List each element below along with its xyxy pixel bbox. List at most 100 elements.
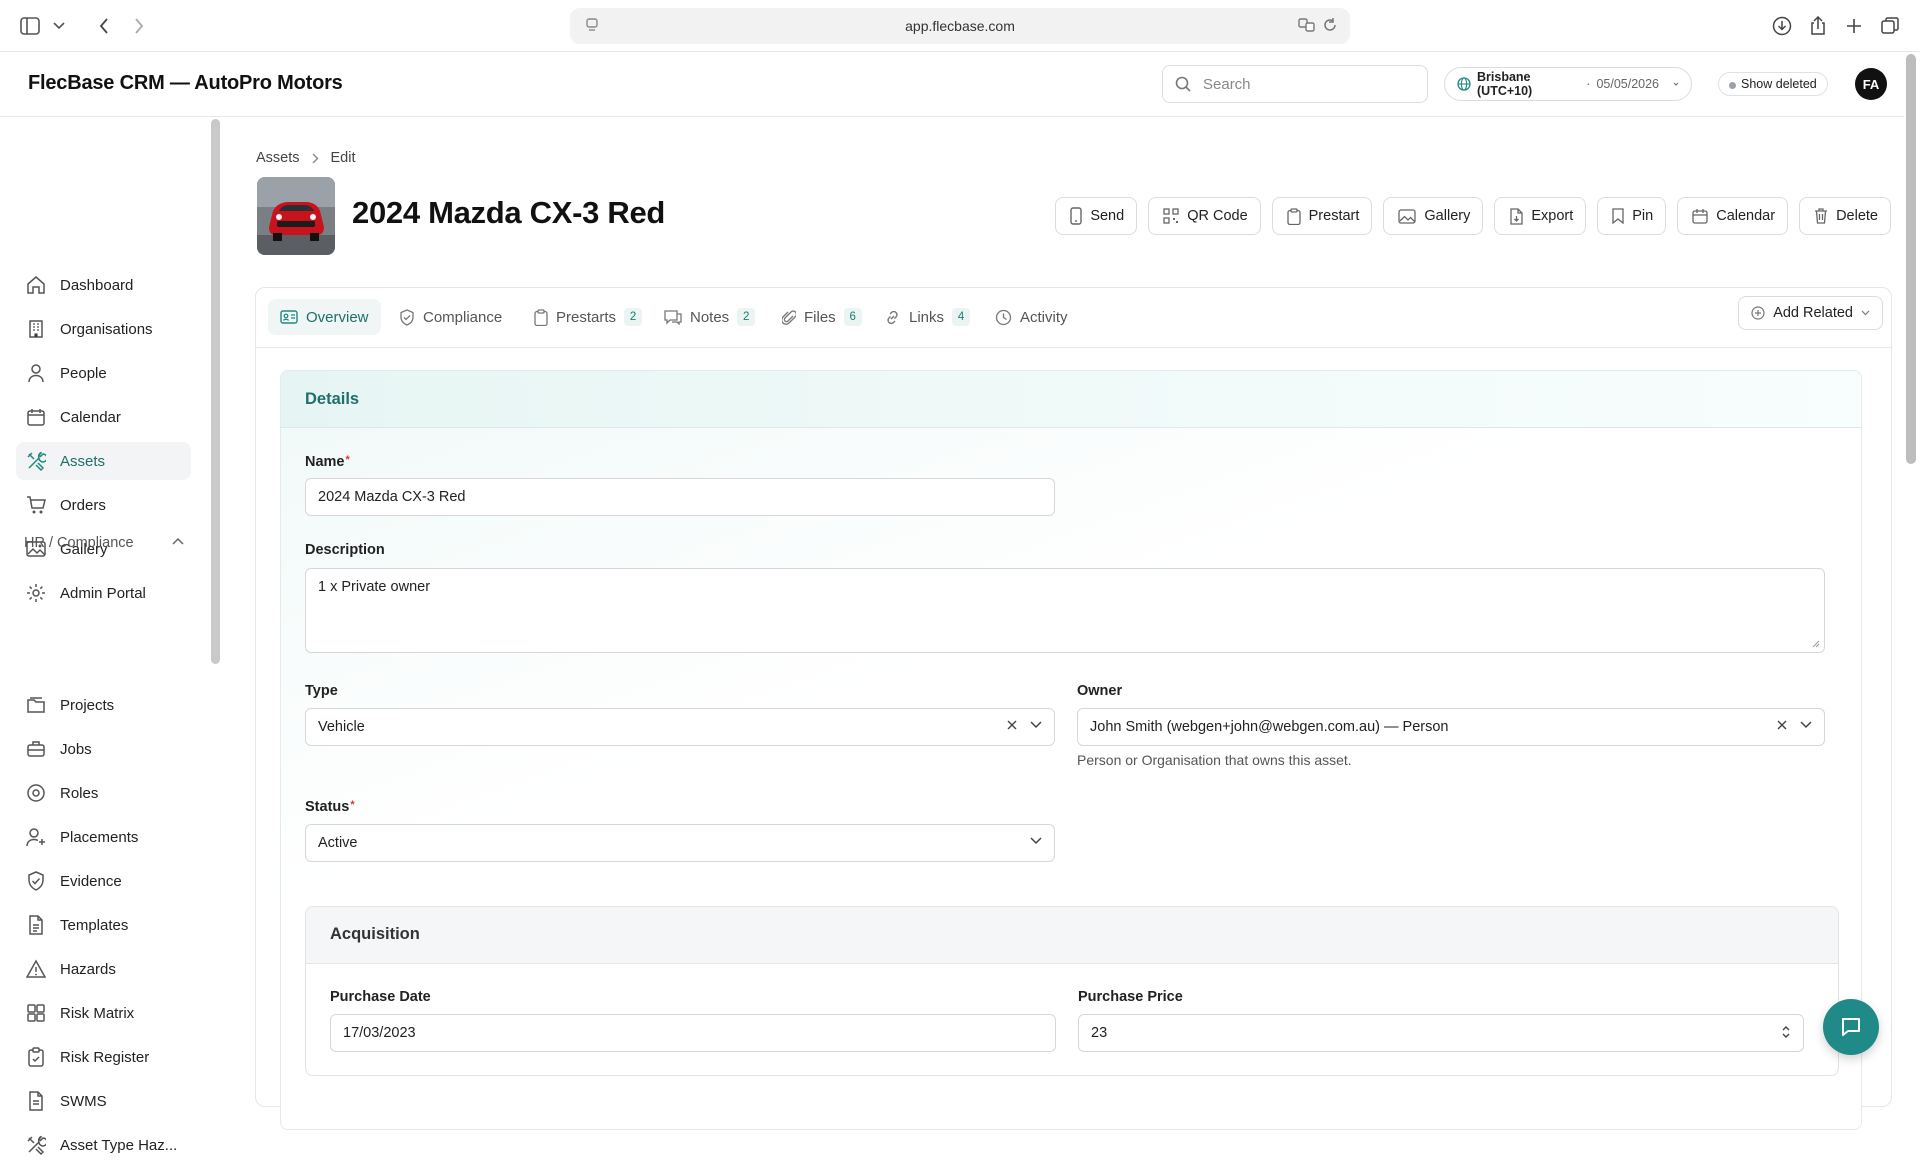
send-button[interactable]: Send [1055, 197, 1138, 235]
owner-value: John Smith (webgen+john@webgen.com.au) —… [1090, 719, 1449, 735]
delete-label: Delete [1836, 208, 1878, 224]
prestart-button[interactable]: Prestart [1271, 197, 1373, 235]
sidebar-item-orders[interactable]: Orders [16, 486, 191, 524]
sidebar-item-organisations[interactable]: Organisations [16, 310, 191, 348]
tab-activity[interactable]: Activity [983, 299, 1080, 335]
details-title: Details [305, 390, 360, 408]
forward-icon[interactable] [125, 12, 153, 40]
reload-icon[interactable] [1322, 17, 1338, 33]
calendar-button[interactable]: Calendar [1677, 197, 1789, 235]
link-icon [884, 309, 901, 326]
page-title: 2024 Mazda CX-3 Red [352, 195, 666, 230]
tab-label: Activity [1020, 308, 1068, 326]
add-related-label: Add Related [1773, 305, 1853, 321]
tab-compliance[interactable]: Compliance [387, 299, 514, 335]
sidebar-item-templates[interactable]: Templates [16, 906, 191, 944]
home-icon [26, 275, 46, 295]
sidebar-item-people[interactable]: People [16, 354, 191, 392]
section-label: HR / Compliance [24, 535, 134, 551]
search-placeholder: Search [1203, 75, 1251, 93]
sidebar-item-assets[interactable]: Assets [16, 442, 191, 480]
tab-label: Prestarts [556, 308, 617, 326]
details-section: Details Name* 2024 Mazda CX-3 Red Descri… [280, 370, 1862, 1130]
download-icon[interactable] [1768, 12, 1796, 40]
sidebar-item-projects[interactable]: Projects [16, 686, 191, 724]
resize-handle-icon[interactable] [1810, 638, 1820, 648]
export-label: Export [1531, 208, 1574, 224]
tab-prestarts[interactable]: Prestarts 2 [522, 299, 654, 335]
sidebar-item-label: Calendar [60, 408, 121, 426]
timezone-selector[interactable]: Brisbane (UTC+10) · 05/05/2026 [1444, 67, 1692, 101]
section-toggle-hr-compliance[interactable]: HR / Compliance [24, 535, 184, 551]
name-field[interactable]: 2024 Mazda CX-3 Red [305, 478, 1055, 516]
address-bar[interactable]: app.flecbase.com [570, 8, 1350, 44]
breadcrumb-assets-link[interactable]: Assets [256, 150, 300, 166]
sidebar-item-evidence[interactable]: Evidence [16, 862, 191, 900]
back-icon[interactable] [90, 12, 118, 40]
new-tab-icon[interactable] [1840, 12, 1868, 40]
sidebar-item-admin-portal[interactable]: Admin Portal [16, 574, 191, 612]
share-icon[interactable] [1804, 12, 1832, 40]
sidebar-item-calendar[interactable]: Calendar [16, 398, 191, 436]
calendar-icon [26, 407, 46, 427]
person-plus-icon [26, 827, 46, 847]
send-label: Send [1090, 208, 1125, 224]
sidebar-item-risk-matrix[interactable]: Risk Matrix [16, 994, 191, 1032]
person-icon [26, 363, 46, 383]
asset-thumbnail[interactable] [257, 177, 335, 255]
status-value: Active [318, 835, 358, 851]
clear-icon[interactable] [1006, 719, 1018, 731]
chat-button[interactable] [1823, 999, 1879, 1055]
page-scrollbar[interactable] [1906, 54, 1916, 464]
sidebar-item-hazards[interactable]: Hazards [16, 950, 191, 988]
chevron-down-icon[interactable] [45, 12, 73, 40]
tab-overview-icon[interactable] [1876, 12, 1904, 40]
breadcrumb-current: Edit [330, 150, 356, 166]
status-select[interactable]: Active [305, 824, 1055, 862]
add-related-button[interactable]: Add Related [1738, 296, 1883, 330]
sidebar-item-risk-register[interactable]: Risk Register [16, 1038, 191, 1076]
tab-label: Notes [690, 308, 730, 326]
tab-files[interactable]: Files 6 [770, 299, 874, 335]
purchase-price-label: Purchase Price [1078, 989, 1183, 1005]
stepper-icon[interactable] [1781, 1024, 1791, 1040]
search-input[interactable]: Search [1162, 65, 1428, 103]
sidebar-item-label: Assets [60, 452, 106, 470]
clear-icon[interactable] [1776, 719, 1788, 731]
document-icon [26, 1091, 46, 1111]
tab-count-badge: 6 [843, 308, 862, 326]
avatar[interactable]: FA [1855, 68, 1887, 100]
delete-button[interactable]: Delete [1799, 197, 1891, 235]
purchase-price-field[interactable]: 23 [1078, 1014, 1804, 1052]
translate-icon[interactable] [1298, 17, 1316, 33]
sidebar-toggle-icon[interactable] [16, 12, 44, 40]
sidebar-item-jobs[interactable]: Jobs [16, 730, 191, 768]
qr-code-button[interactable]: QR Code [1148, 197, 1261, 235]
acquisition-title: Acquisition [330, 925, 420, 943]
url-text: app.flecbase.com [905, 18, 1015, 34]
sidebar-item-placements[interactable]: Placements [16, 818, 191, 856]
pin-button[interactable]: Pin [1597, 197, 1667, 235]
tab-links[interactable]: Links 4 [872, 299, 982, 335]
sidebar-item-swms[interactable]: SWMS [16, 1082, 191, 1120]
type-select[interactable]: Vehicle [305, 708, 1055, 746]
purchase-price-value: 23 [1091, 1025, 1108, 1041]
sidebar-item-roles[interactable]: Roles [16, 774, 191, 812]
export-button[interactable]: Export [1494, 197, 1587, 235]
owner-select[interactable]: John Smith (webgen+john@webgen.com.au) —… [1077, 708, 1825, 746]
grid-icon [26, 1003, 46, 1023]
sidebar-item-asset-type-hazards[interactable]: Asset Type Haz... [16, 1126, 191, 1164]
document-icon [26, 915, 46, 935]
sidebar-scrollbar[interactable] [211, 119, 220, 664]
show-deleted-toggle[interactable]: Show deleted [1718, 72, 1828, 96]
purchase-date-field[interactable]: 17/03/2023 [330, 1014, 1056, 1052]
sidebar-item-dashboard[interactable]: Dashboard [16, 266, 191, 304]
description-textarea[interactable]: 1 x Private owner [305, 568, 1825, 653]
app-brand[interactable]: FlecBase CRM — AutoPro Motors [28, 72, 343, 95]
id-card-icon [280, 310, 298, 324]
tab-notes[interactable]: Notes 2 [652, 299, 767, 335]
acquisition-section: Acquisition Purchase Date 17/03/2023 Pur… [305, 906, 1839, 1076]
gallery-button[interactable]: Gallery [1383, 197, 1484, 235]
tab-overview[interactable]: Overview [268, 299, 381, 335]
sidebar-item-label: Hazards [60, 960, 116, 978]
